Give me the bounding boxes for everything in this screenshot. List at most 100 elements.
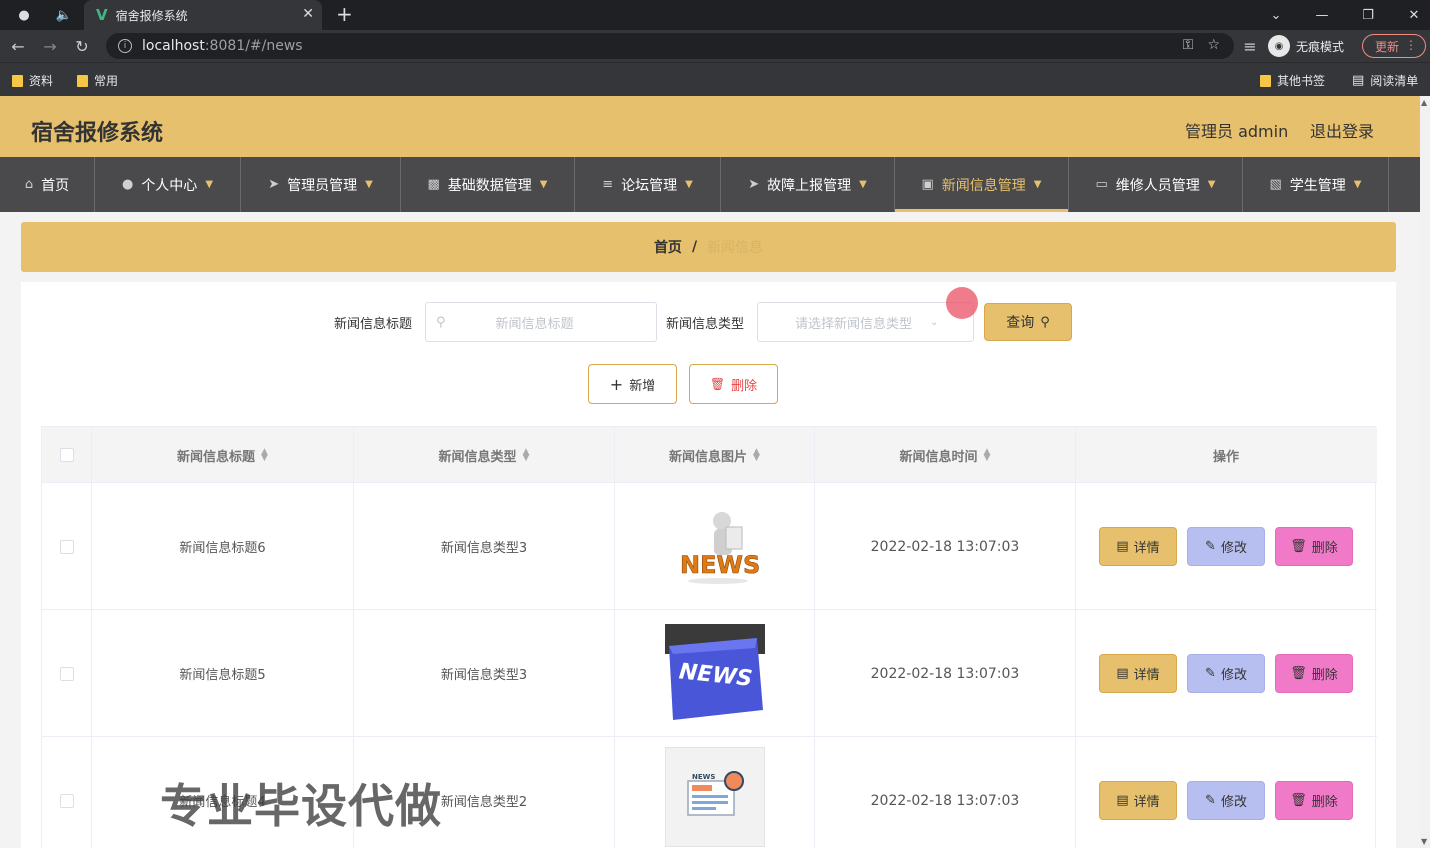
incognito-indicator[interactable]: ◉ 无痕模式: [1268, 34, 1344, 58]
trash-icon: 🗑: [1290, 666, 1307, 681]
chevron-down-icon[interactable]: ⌄: [1256, 0, 1296, 30]
batch-delete-button[interactable]: 🗑 删除: [689, 364, 778, 404]
edit-button[interactable]: ✎ 修改: [1187, 527, 1265, 566]
nav-item-repair-staff[interactable]: ▭ 维修人员管理 ▼: [1069, 157, 1243, 212]
browser-tab[interactable]: V 宿舍报修系统 ✕: [84, 0, 322, 30]
bookmark-folder-other[interactable]: 其他书签: [1260, 72, 1325, 89]
add-button[interactable]: + 新增: [588, 364, 677, 404]
cell-image: NEWS: [615, 737, 815, 848]
nav-item-news[interactable]: ▣ 新闻信息管理 ▼: [895, 157, 1069, 212]
bookmark-folder[interactable]: 资料: [12, 72, 53, 89]
delete-button-label: 删除: [731, 378, 758, 394]
folder-icon: [1260, 74, 1271, 87]
stamp-icon: ▩: [427, 177, 440, 192]
column-header-type[interactable]: 新闻信息类型 ▲ ▼: [354, 427, 615, 483]
globe-icon[interactable]: ●: [12, 3, 36, 27]
edit-button[interactable]: ✎ 修改: [1187, 654, 1265, 693]
bookmark-folder[interactable]: 常用: [77, 72, 118, 89]
reload-icon[interactable]: ↻: [70, 34, 94, 58]
breadcrumb-home[interactable]: 首页: [654, 237, 682, 257]
cell-title: 新闻信息标题5: [92, 610, 354, 737]
nav-label: 基础数据管理: [447, 177, 532, 194]
nav-label: 新闻信息管理: [941, 177, 1026, 194]
browser-tab-bar: ● 🔈 V 宿舍报修系统 ✕ + ⌄ — ❐ ✕: [0, 0, 1430, 30]
url-host: localhost: [142, 38, 205, 54]
nav-item-fault-report[interactable]: ➤ 故障上报管理 ▼: [721, 157, 895, 212]
column-label: 操作: [1212, 449, 1239, 465]
detail-label: 详情: [1133, 541, 1160, 556]
nav-item-base-data[interactable]: ▩ 基础数据管理 ▼: [401, 157, 575, 212]
vue-logo-icon: V: [96, 6, 108, 24]
cell-image: NEWS: [615, 610, 815, 737]
news-keyboard-key-image[interactable]: NEWS: [664, 623, 765, 724]
restore-icon[interactable]: ❐: [1348, 0, 1388, 30]
logout-link[interactable]: 退出登录: [1310, 118, 1374, 142]
minimize-icon[interactable]: —: [1302, 0, 1342, 30]
nav-item-personal-center[interactable]: ● 个人中心 ▼: [95, 157, 241, 212]
table-row: 新闻信息标题5 新闻信息类型3 NEWS 2022-02-18 13:07:03…: [42, 610, 1377, 737]
breadcrumb-current: 新闻信息: [707, 240, 764, 256]
window-close-icon[interactable]: ✕: [1394, 0, 1430, 30]
url-path: :8081/#/news: [204, 38, 303, 54]
back-arrow-icon[interactable]: ←: [6, 34, 30, 58]
search-button[interactable]: 查询 ⚲: [984, 303, 1072, 341]
star-icon[interactable]: ☆: [1207, 37, 1220, 53]
nav-item-admin-management[interactable]: ➤ 管理员管理 ▼: [241, 157, 401, 212]
close-icon[interactable]: ✕: [302, 6, 314, 22]
scroll-down-icon[interactable]: ▼: [1421, 837, 1427, 846]
reading-list[interactable]: ▤ 阅读清单: [1352, 72, 1418, 89]
chevron-down-icon: ▼: [1207, 179, 1216, 190]
pencil-icon: ✎: [1205, 666, 1216, 681]
info-icon[interactable]: i: [118, 39, 132, 53]
incognito-label: 无痕模式: [1296, 39, 1345, 54]
newspaper-illustration-image[interactable]: NEWS: [664, 747, 765, 847]
select-all-checkbox[interactable]: [59, 448, 74, 462]
forward-arrow-icon[interactable]: →: [38, 34, 62, 58]
cell-type: 新闻信息类型3: [354, 610, 615, 737]
paper-plane-icon: ➤: [268, 177, 280, 192]
title-search-placeholder: 新闻信息标题: [495, 316, 574, 332]
new-tab-icon[interactable]: +: [336, 2, 353, 26]
detail-button[interactable]: ▤ 详情: [1099, 654, 1177, 693]
document-icon: ▤: [1116, 539, 1129, 554]
column-header-image[interactable]: 新闻信息图片 ▲ ▼: [615, 427, 815, 483]
breadcrumb-separator: /: [691, 239, 698, 255]
sort-icon[interactable]: ▲ ▼: [984, 448, 991, 463]
title-search-input[interactable]: ⚲ 新闻信息标题: [425, 302, 657, 342]
tab-title: 宿舍报修系统: [115, 8, 188, 23]
type-select[interactable]: 请选择新闻信息类型 ⌄: [757, 302, 974, 342]
trash-icon: 🗑: [1290, 539, 1307, 554]
chevron-down-icon: ▼: [1353, 179, 1362, 190]
playlist-icon[interactable]: ≡: [1238, 34, 1262, 58]
detail-button[interactable]: ▤ 详情: [1099, 527, 1177, 566]
more-vert-icon[interactable]: ⋮: [1405, 38, 1417, 52]
update-button[interactable]: 更新 ⋮: [1362, 34, 1426, 58]
sort-icon[interactable]: ▲ ▼: [261, 448, 268, 463]
nav-item-students[interactable]: ▧ 学生管理 ▼: [1243, 157, 1389, 212]
nav-item-home[interactable]: ⌂ 首页: [0, 157, 95, 212]
delete-button[interactable]: 🗑 删除: [1275, 781, 1353, 820]
speaker-icon[interactable]: 🔈: [52, 3, 76, 27]
column-header-time[interactable]: 新闻信息时间 ▲ ▼: [815, 427, 1076, 483]
url-input[interactable]: i localhost:8081/#/news ⚿ ☆: [106, 33, 1234, 59]
page-scrollbar[interactable]: ▲ ▼: [1420, 96, 1430, 848]
add-button-label: 新增: [629, 378, 656, 394]
detail-button[interactable]: ▤ 详情: [1099, 781, 1177, 820]
row-checkbox[interactable]: [59, 793, 74, 808]
column-label: 新闻信息类型: [438, 449, 517, 465]
chevron-down-icon: ▼: [539, 179, 548, 190]
sort-icon[interactable]: ▲ ▼: [753, 448, 760, 463]
delete-button[interactable]: 🗑 删除: [1275, 654, 1353, 693]
row-select-cell: [42, 610, 92, 737]
column-header-title[interactable]: 新闻信息标题 ▲ ▼: [92, 427, 354, 483]
edit-button[interactable]: ✎ 修改: [1187, 781, 1265, 820]
sort-icon[interactable]: ▲ ▼: [523, 448, 530, 463]
news-3d-figure-image[interactable]: NEWS: [665, 497, 765, 597]
edit-label: 修改: [1220, 541, 1247, 556]
delete-button[interactable]: 🗑 删除: [1275, 527, 1353, 566]
nav-item-forum[interactable]: ≡ 论坛管理 ▼: [575, 157, 721, 212]
row-checkbox[interactable]: [59, 539, 74, 554]
key-icon[interactable]: ⚿: [1183, 37, 1194, 53]
row-checkbox[interactable]: [59, 666, 74, 681]
scroll-up-icon[interactable]: ▲: [1421, 98, 1427, 107]
